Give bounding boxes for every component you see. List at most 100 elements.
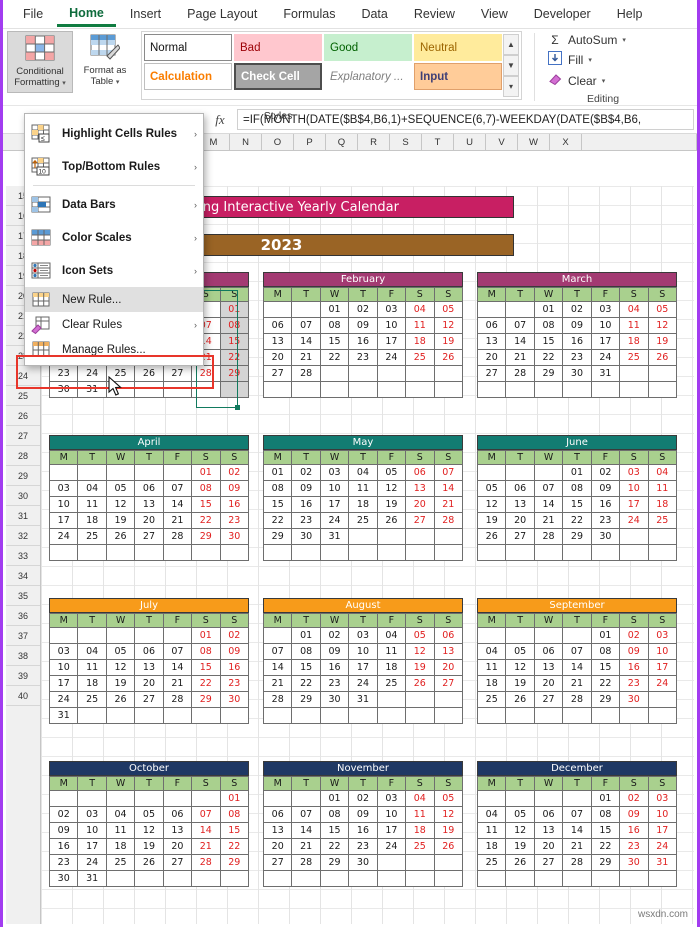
day-cell[interactable] [191, 544, 221, 561]
clear-button[interactable]: Clear ▾ [547, 72, 605, 89]
day-cell[interactable]: 03 [647, 790, 678, 807]
day-cell[interactable]: 17 [619, 496, 649, 513]
format-as-table-button[interactable]: Format as Table ▾ [73, 31, 137, 91]
day-cell[interactable] [590, 870, 621, 887]
day-cell[interactable] [476, 790, 507, 807]
day-cell[interactable] [48, 464, 79, 481]
day-cell[interactable] [105, 544, 136, 561]
day-cell[interactable]: 07 [291, 317, 321, 334]
day-cell[interactable]: 16 [48, 838, 79, 855]
day-cell[interactable] [105, 790, 136, 807]
day-cell[interactable] [476, 381, 507, 398]
day-cell[interactable]: 09 [590, 480, 621, 497]
day-cell[interactable]: 17 [647, 822, 678, 839]
day-cell[interactable] [562, 381, 592, 398]
day-cell[interactable]: 28 [562, 691, 592, 708]
day-cell[interactable] [105, 627, 136, 644]
day-cell[interactable]: 19 [134, 838, 164, 855]
column-header-V[interactable]: V [486, 134, 518, 150]
day-cell[interactable] [134, 790, 164, 807]
day-cell[interactable] [162, 790, 193, 807]
row-header-34[interactable]: 34 [6, 566, 40, 586]
day-cell[interactable] [348, 544, 378, 561]
day-cell[interactable]: 06 [134, 643, 164, 660]
day-cell[interactable]: 06 [476, 317, 507, 334]
month-grid-october[interactable]: M T W T F S S 01 02 03 04 05 06 07 08 09 10 11 12 13 14 15 16 1… [48, 776, 250, 887]
day-cell[interactable]: 29 [590, 854, 621, 871]
day-cell[interactable]: 20 [134, 512, 164, 529]
day-cell[interactable] [376, 528, 407, 545]
menu-item-data-bars[interactable]: Data Bars › [25, 188, 203, 221]
day-cell[interactable] [134, 544, 164, 561]
day-cell[interactable] [505, 301, 535, 318]
column-header-S[interactable]: S [390, 134, 422, 150]
day-cell[interactable]: 29 [562, 528, 592, 545]
day-cell[interactable]: 11 [376, 643, 407, 660]
ribbon-tab-home[interactable]: Home [57, 2, 116, 27]
day-cell[interactable]: 30 [219, 528, 250, 545]
day-cell[interactable]: 21 [191, 838, 221, 855]
day-cell[interactable]: 13 [134, 659, 164, 676]
day-cell[interactable]: 04 [476, 806, 507, 823]
month-grid-july[interactable]: M T W T F S S 01 02 03 04 05 06 07 08 09 10 11 12 13 14 15 16 1… [48, 613, 250, 724]
day-cell[interactable]: 02 [48, 806, 79, 823]
day-cell[interactable] [433, 544, 464, 561]
day-cell[interactable]: 28 [262, 691, 293, 708]
day-cell[interactable] [134, 627, 164, 644]
day-cell[interactable]: 13 [405, 480, 435, 497]
day-cell[interactable]: 04 [376, 627, 407, 644]
day-cell[interactable]: 27 [533, 691, 564, 708]
day-cell[interactable]: 28 [291, 854, 321, 871]
day-cell[interactable]: 17 [48, 675, 79, 692]
day-cell[interactable] [405, 854, 435, 871]
day-cell[interactable]: 08 [262, 480, 293, 497]
day-cell[interactable] [405, 528, 435, 545]
day-cell[interactable]: 20 [476, 349, 507, 366]
day-cell[interactable] [48, 627, 79, 644]
column-header-N[interactable]: N [230, 134, 262, 150]
day-cell[interactable]: 23 [319, 675, 350, 692]
day-cell[interactable] [619, 365, 649, 382]
ribbon-tab-help[interactable]: Help [605, 3, 655, 25]
day-cell[interactable] [562, 544, 592, 561]
day-cell[interactable]: 09 [48, 822, 79, 839]
day-cell[interactable] [162, 627, 193, 644]
day-cell[interactable]: 05 [505, 643, 535, 660]
day-cell[interactable] [77, 464, 107, 481]
row-header-40[interactable]: 40 [6, 686, 40, 706]
day-cell[interactable]: 30 [619, 691, 649, 708]
day-cell[interactable]: 22 [590, 675, 621, 692]
day-cell[interactable] [433, 381, 464, 398]
menu-item-clear-rules[interactable]: Clear Rules › [25, 312, 203, 337]
day-cell[interactable]: 13 [505, 496, 535, 513]
day-cell[interactable]: 18 [405, 822, 435, 839]
day-cell[interactable]: 18 [647, 496, 678, 513]
day-cell[interactable] [647, 707, 678, 724]
day-cell[interactable]: 20 [533, 838, 564, 855]
day-cell[interactable]: 09 [291, 480, 321, 497]
day-cell[interactable]: 15 [590, 659, 621, 676]
day-cell[interactable]: 18 [105, 838, 136, 855]
day-cell[interactable]: 18 [376, 659, 407, 676]
day-cell[interactable]: 03 [48, 643, 79, 660]
day-cell[interactable] [476, 464, 507, 481]
day-cell[interactable] [262, 707, 293, 724]
cell-style-good[interactable]: Good [324, 34, 412, 61]
day-cell[interactable]: 12 [647, 317, 678, 334]
day-cell[interactable]: 27 [533, 854, 564, 871]
day-cell[interactable]: 28 [162, 528, 193, 545]
column-header-X[interactable]: X [550, 134, 582, 150]
day-cell[interactable]: 14 [162, 659, 193, 676]
day-cell[interactable]: 30 [348, 854, 378, 871]
row-header-35[interactable]: 35 [6, 586, 40, 606]
day-cell[interactable] [291, 707, 321, 724]
day-cell[interactable]: 20 [433, 659, 464, 676]
day-cell[interactable] [134, 870, 164, 887]
day-cell[interactable]: 02 [619, 627, 649, 644]
row-header-25[interactable]: 25 [6, 386, 40, 406]
ribbon-tab-insert[interactable]: Insert [118, 3, 173, 25]
day-cell[interactable] [191, 870, 221, 887]
day-cell[interactable]: 13 [262, 333, 293, 350]
day-cell[interactable]: 10 [48, 496, 79, 513]
day-cell[interactable]: 21 [291, 349, 321, 366]
